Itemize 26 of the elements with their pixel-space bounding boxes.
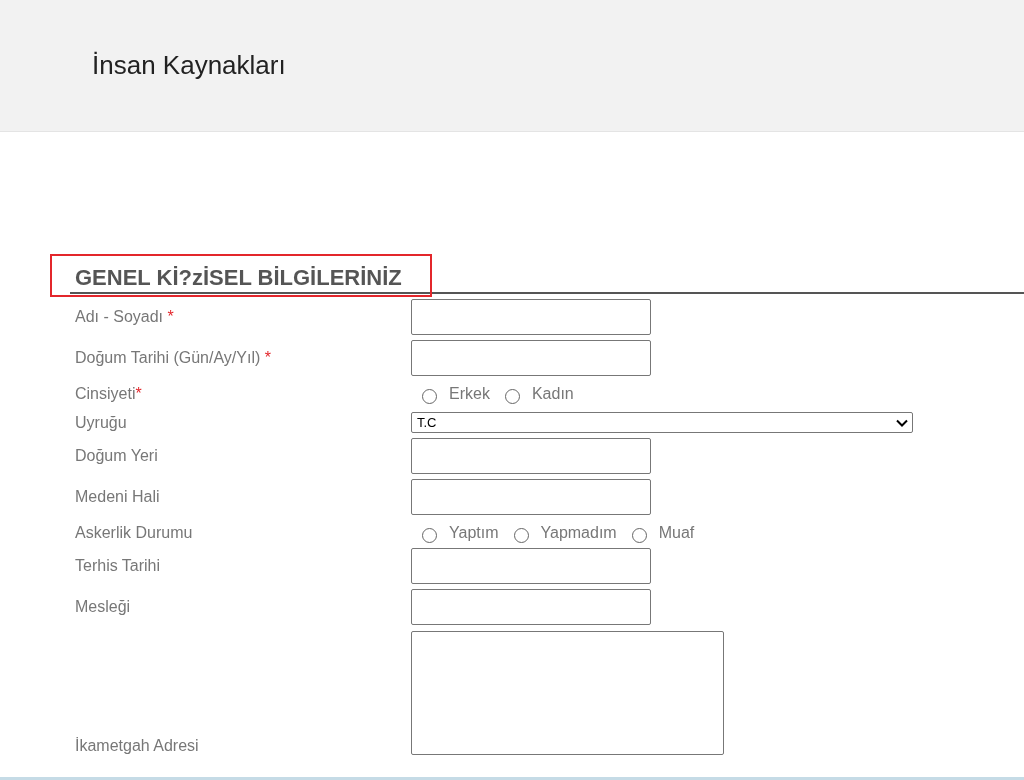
text-field[interactable] — [411, 548, 651, 584]
caret-icon — [896, 418, 908, 427]
section-title: GENEL Kİ?zİSEL BİLGİLERİNİZ — [52, 256, 430, 295]
text-field[interactable] — [411, 299, 651, 335]
field-label: Doğum Yeri — [75, 447, 159, 465]
text-field[interactable] — [411, 479, 651, 515]
field-label: Terhis Tarihi — [75, 557, 162, 575]
field-label: Cinsiyeti* — [75, 385, 143, 403]
field-label: Uyruğu — [75, 413, 128, 432]
text-field[interactable] — [411, 340, 651, 376]
radio-label[interactable]: Muaf — [658, 524, 695, 542]
radio-label[interactable]: Yapmadım — [540, 524, 617, 542]
radio-label[interactable]: Erkek — [449, 385, 490, 403]
field-label: Mesleği — [75, 598, 132, 616]
address-field[interactable] — [411, 631, 724, 755]
field-label: Adı - Soyadı * — [75, 308, 175, 326]
field-label: Askerlik Durumu — [75, 524, 194, 542]
text-field[interactable] — [411, 589, 651, 625]
text-field[interactable] — [411, 438, 651, 474]
field-label: Medeni Hali — [75, 488, 161, 506]
field-label: Doğum Tarihi (Gün/Ay/Yıl) * — [75, 349, 272, 367]
radio-label[interactable]: Yaptım — [449, 524, 499, 542]
radio-label[interactable]: Kadın — [531, 385, 574, 403]
field-label: İkametgah Adresi — [75, 737, 200, 755]
site-title: İnsan Kaynakları — [92, 50, 286, 81]
nationality-dropdown[interactable]: T.C — [411, 412, 913, 433]
